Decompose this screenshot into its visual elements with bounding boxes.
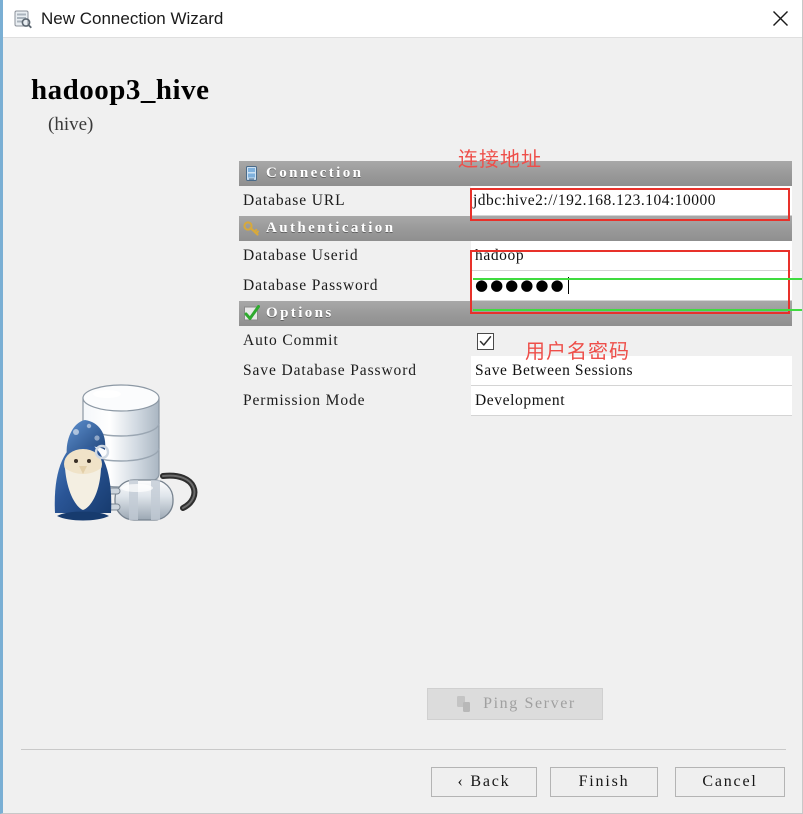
cell-auto-commit [471,326,792,356]
section-label-options: Options [266,305,334,321]
label-database-userid: Database Userid [243,247,359,264]
section-header-connection: Connection [239,161,792,186]
finish-button[interactable]: Finish [550,767,658,797]
cancel-button[interactable]: Cancel [675,767,785,797]
close-button[interactable] [757,0,802,37]
field-row-auto-commit: Auto Commit [239,326,792,356]
ping-server-button[interactable]: Ping Server [427,688,603,720]
green-check-icon [244,305,260,321]
select-permission-mode[interactable]: Development [471,386,792,416]
database-wizard-icon [14,10,32,29]
ping-server-label: Ping Server [483,695,576,712]
back-button[interactable]: ‹ Back [431,767,537,797]
driver-name-subheading: (hive) [48,114,94,135]
input-database-url[interactable]: jdbc:hive2://192.168.123.104:10000 [471,186,792,216]
label-auto-commit: Auto Commit [243,332,339,349]
connection-name-heading: hadoop3_hive [31,74,210,106]
section-header-authentication: Authentication [239,216,792,241]
title-bar: New Connection Wizard [3,0,802,38]
database-server-icon [246,166,257,181]
field-row-database-url: Database URL jdbc:hive2://192.168.123.10… [239,186,792,216]
window-title: New Connection Wizard [41,9,224,28]
password-mask: ●●●●●● [475,276,566,294]
field-row-save-database-password: Save Database Password Save Between Sess… [239,356,792,386]
field-row-permission-mode: Permission Mode Development [239,386,792,416]
checkmark-icon [479,335,492,346]
label-database-url: Database URL [243,192,346,209]
select-save-database-password[interactable]: Save Between Sessions [471,356,792,386]
key-icon [243,221,259,236]
section-header-options: Options [239,301,792,326]
label-save-database-password: Save Database Password [243,362,417,379]
input-database-password[interactable]: ●●●●●● [471,271,792,301]
field-row-database-password: Database Password ●●●●●● [239,271,792,301]
connection-properties-form: Connection Database URL jdbc:hive2://192… [239,161,792,416]
section-label-authentication: Authentication [266,220,396,236]
text-caret [567,277,569,294]
checkbox-auto-commit[interactable] [477,332,494,350]
server-plug-icon [457,696,471,712]
footer-separator [21,749,786,750]
new-connection-wizard-window: New Connection Wizard hadoop3_hive (hive… [0,0,803,814]
close-icon [772,11,788,26]
input-database-userid[interactable]: hadoop [471,241,792,271]
label-permission-mode: Permission Mode [243,392,366,409]
label-database-password: Database Password [243,277,379,294]
squirrel-sql-database-plug-icon [54,384,198,521]
field-row-database-userid: Database Userid hadoop [239,241,792,271]
section-label-connection: Connection [266,165,364,181]
